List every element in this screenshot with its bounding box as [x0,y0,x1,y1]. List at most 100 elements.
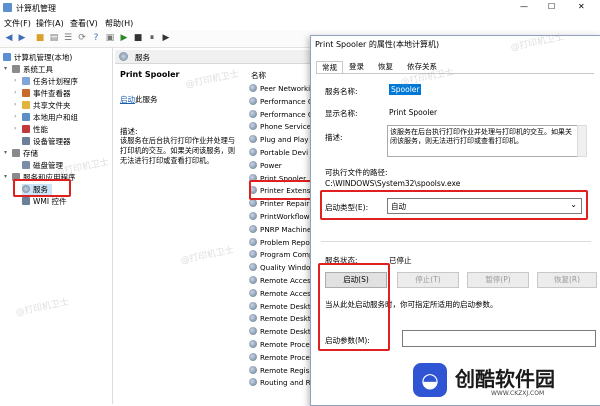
forward-icon[interactable]: ▶ [16,32,28,44]
gear-icon [249,314,257,323]
brand-url: WWW.CKZXJ.COM [491,390,545,397]
expand-icon[interactable]: › [14,101,16,108]
tree-item-performance[interactable]: 性能 [22,124,48,135]
service-row[interactable]: Power [249,160,282,173]
service-row[interactable]: Plug and Play [249,135,309,147]
service-row[interactable]: PrintWorkflow [249,212,310,224]
tree-item-system-tools[interactable]: 系统工具 [12,64,53,75]
gear-icon [249,237,257,246]
maximize-button[interactable]: ☐ [548,2,555,11]
tree-item-device-manager[interactable]: 设备管理器 [22,136,71,147]
list-icon[interactable]: ☰ [62,32,74,44]
properties-icon[interactable]: ▤ [48,32,60,44]
pause-icon[interactable]: ⏸ [146,32,158,44]
service-row[interactable]: Problem Repor [249,237,313,250]
service-row[interactable]: Performance C [249,109,313,122]
expand-icon[interactable]: › [14,113,16,120]
menu-view[interactable]: 查看(V) [70,18,98,29]
service-name: Performance C [260,109,313,119]
help-icon[interactable]: ? [90,32,102,44]
service-row[interactable]: Remote Proce [249,340,310,352]
resume-button[interactable]: 恢复(R) [537,272,597,288]
service-status-value: 已停止 [389,256,412,265]
service-row[interactable]: Printer Repair [249,199,309,211]
start-params-input[interactable] [402,330,596,347]
service-row[interactable]: Program Comp [249,250,313,262]
service-row[interactable]: PNRP Machine [249,224,311,237]
brand-icon: ◒ [413,363,447,397]
expand-icon[interactable]: › [14,77,16,84]
service-row[interactable]: Remote Deskt [249,301,311,314]
play-icon[interactable]: ▶ [118,32,130,44]
service-row[interactable]: Remote Deskt [249,314,311,326]
tree-item-wmi[interactable]: WMI 控件 [22,196,66,207]
tree-item-shared-folders[interactable]: 共享文件夹 [22,100,71,111]
description-label: 描述: [325,133,343,142]
service-name: Portable Devi [260,148,309,157]
collapse-icon[interactable]: ▾ [4,173,7,180]
tree-item-event-viewer[interactable]: 事件查看器 [22,88,71,99]
service-name: Remote Deskt [260,327,311,337]
export-icon[interactable]: ▣ [104,32,116,44]
stop-icon[interactable]: ■ [132,32,144,44]
pane-title: 服务 [135,53,150,62]
refresh-icon[interactable]: ⟳ [76,32,88,44]
highlight-start-button [318,263,390,351]
menu-action[interactable]: 操作(A) [36,18,64,29]
service-row[interactable]: Remote Deskt [249,327,311,339]
tab-logon[interactable]: 登录 [344,61,369,73]
pause-button[interactable]: 暂停(P) [467,272,529,288]
service-name: Remote Deskt [260,301,311,311]
start-service-action: 启动此服务 [120,95,158,104]
divider [321,241,591,242]
service-name: Routing and R [260,378,311,388]
gear-icon [249,109,257,118]
service-row[interactable]: Quality Windo [249,263,310,275]
gear-icon [249,378,257,387]
gear-icon [249,365,257,374]
back-icon[interactable]: ◀ [3,32,15,44]
collapse-icon[interactable]: ▾ [4,65,7,72]
start-link[interactable]: 启动 [120,95,135,104]
service-name: Plug and Play [260,135,309,145]
restart-icon[interactable]: ▶ [160,32,172,44]
tab-recovery[interactable]: 恢复 [373,61,398,73]
service-row[interactable]: Performance C [249,96,313,109]
description-scrollbar[interactable] [577,125,587,157]
service-name-label: 服务名称: [325,87,358,96]
menu-file[interactable]: 文件(F) [4,18,31,29]
expand-icon[interactable]: › [14,125,16,132]
service-row[interactable]: Remote Access [249,288,313,301]
tree-item-computer-management[interactable]: 计算机管理(本地) [3,52,72,63]
service-row[interactable]: Peer Networking [249,84,313,96]
tree-item-local-users[interactable]: 本地用户和组 [22,112,78,123]
description-box[interactable]: 该服务在后台执行打印作业并处理与打印机的交互。如果关闭该服务，则无法进行打印或查… [387,125,579,157]
minimize-button[interactable]: — [520,2,528,11]
service-row[interactable]: Phone Service [249,122,311,134]
service-row[interactable]: Remote Access [249,276,313,288]
folder-icon[interactable]: ■ [34,32,46,44]
service-name: Remote Proce [260,340,310,349]
service-name: Power [260,160,282,170]
highlight-print-spooler [249,180,317,200]
service-title: Print Spooler [120,70,180,79]
gear-icon [249,263,257,272]
gear-icon [249,301,257,310]
display-name-label: 显示名称: [325,109,358,118]
menu-help[interactable]: 帮助(H) [105,18,133,29]
column-header-name[interactable]: 名称 [251,70,266,81]
service-row[interactable]: Routing and R [249,378,311,390]
folder-icon [22,101,30,109]
gear-icon [249,288,257,297]
service-row[interactable]: Portable Devi [249,148,308,160]
expand-icon[interactable]: › [14,89,16,96]
service-description-pane: Print Spooler 启动此服务 描述: 该服务在后台执行打印作业并处理与… [115,64,241,404]
collapse-icon[interactable]: ▾ [4,149,7,156]
tree-item-storage[interactable]: 存储 [12,148,38,159]
tree-item-task-scheduler[interactable]: 任务计划程序 [22,76,78,87]
close-button[interactable]: ✕ [578,2,585,11]
stop-button[interactable]: 停止(T) [397,272,459,288]
gear-icon [249,84,257,92]
service-row[interactable]: Remote Proce [249,352,310,365]
service-row[interactable]: Remote Regis [249,365,309,378]
